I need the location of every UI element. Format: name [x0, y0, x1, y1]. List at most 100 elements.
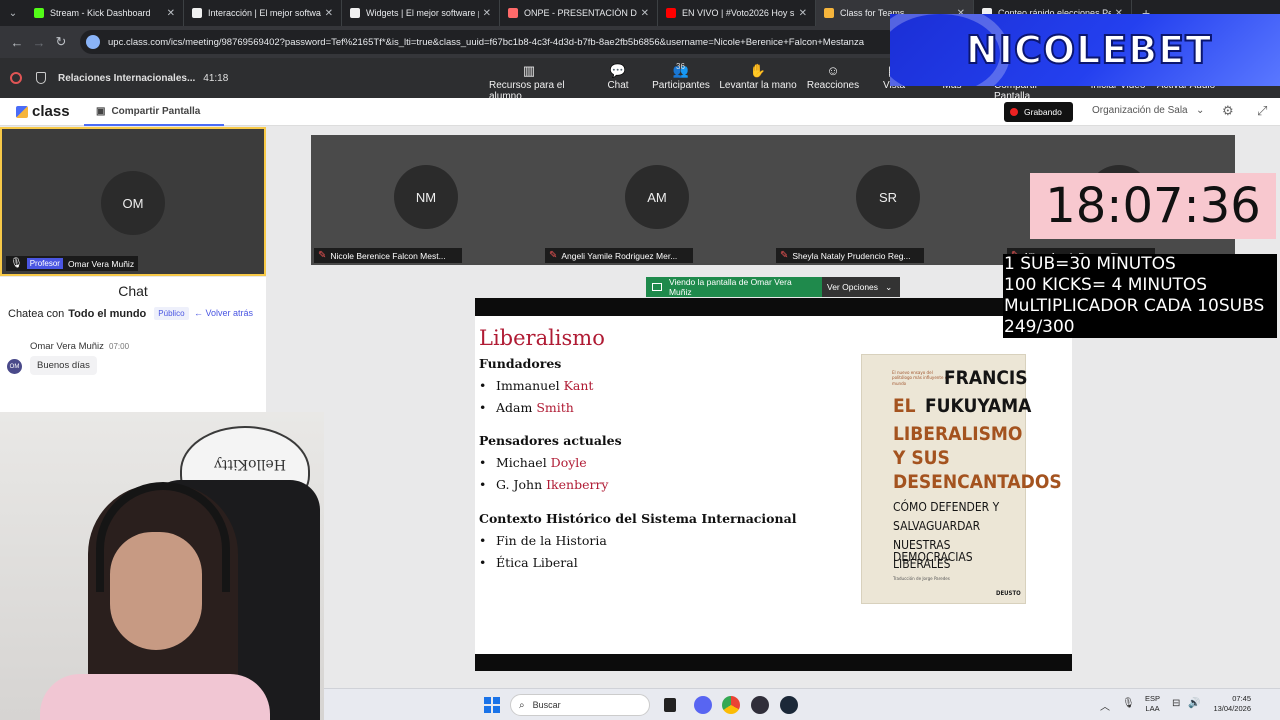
view-options-button[interactable]: Ver Opciones ⌄	[822, 277, 900, 297]
room-organization-dropdown[interactable]: Organización de Sala ⌄	[1092, 105, 1204, 116]
message-avatar: OM	[7, 359, 22, 374]
rule-line: MuLTIPLICADOR CADA 10SUBS	[1004, 296, 1265, 316]
tray-mic-icon[interactable]: 🎙	[1122, 698, 1135, 709]
participant-video-tile[interactable]: NM ✎ Nicole Berenice Falcon Mest...	[311, 135, 542, 265]
webcam-feed: HelloKitty	[0, 412, 324, 720]
class-logo-text: class	[32, 103, 70, 120]
chat-scope-selector[interactable]: Chatea con Todo el mundo Público	[8, 307, 189, 320]
participant-name: Sheyla Nataly Prudencio Reg...	[792, 250, 911, 261]
tab-title: EN VIVO | #Voto2026 Hoy s	[682, 8, 795, 18]
bullet-highlight: Kant	[563, 378, 594, 393]
share-screen-icon: ▣	[96, 105, 106, 117]
message-bubble: Buenos días	[30, 356, 97, 375]
browser-tab[interactable]: ONPE - PRESENTACIÓN DE RESULTADOS ✕	[500, 0, 658, 26]
back-link[interactable]: ← Volver atrás	[194, 308, 253, 318]
resources-icon: ▥	[522, 63, 536, 78]
tab-close-icon[interactable]: ✕	[325, 8, 333, 19]
bullet-highlight: Ikenberry	[546, 477, 609, 492]
obs-icon[interactable]	[751, 696, 769, 714]
share-tab-label: Compartir Pantalla	[111, 105, 201, 117]
teacher-video-tile[interactable]: OM 🎙 Profesor Omar Vera Muñiz	[0, 127, 266, 276]
tab-title: Stream - Kick Dashboard	[50, 8, 151, 18]
streamer-shirt	[40, 674, 270, 720]
avatar: NM	[394, 165, 458, 229]
discord-icon[interactable]	[694, 696, 712, 714]
site-info-icon[interactable]	[86, 35, 100, 49]
network-icon[interactable]: ⊟	[1172, 698, 1180, 709]
tab-close-icon[interactable]: ✕	[483, 8, 491, 19]
tab-close-icon[interactable]: ✕	[167, 8, 175, 19]
rule-line: 100 KICKS= 4 MINUTOS	[1004, 275, 1208, 295]
participant-video-tile[interactable]: AM ✎ Angeli Yamile Rodriguez Mer...	[542, 135, 773, 265]
microphone-muted-icon: ✎	[318, 250, 327, 261]
tab-favicon-icon	[666, 8, 676, 18]
book-publisher: DEUSTO	[996, 590, 1021, 597]
security-shield-icon[interactable]	[36, 72, 46, 84]
participant-name: Nicole Berenice Falcon Mest...	[330, 250, 446, 261]
meeting-title: Relaciones Internacionales...	[58, 72, 196, 84]
rule-line: 249/300	[1004, 317, 1075, 337]
avatar: SR	[856, 165, 920, 229]
subathon-rules: 1 SUB=30 MINUTOS 100 KICKS= 4 MINUTOS MuLT…	[1003, 254, 1277, 338]
participant-video-tile[interactable]: SR ✎ Sheyla Nataly Prudencio Reg...	[773, 135, 1004, 265]
windows-start-icon[interactable]	[484, 697, 500, 713]
volume-icon[interactable]: 🔊	[1188, 698, 1200, 709]
bullet-dot-icon: •	[479, 400, 487, 415]
slide-title: Liberalismo	[479, 326, 605, 350]
slide-bullet: • Ética Liberal	[479, 555, 578, 570]
bullet-dot-icon: •	[479, 533, 487, 548]
tab-search-icon[interactable]: ⌄	[0, 0, 26, 26]
meeting-control-hand[interactable]: ✋ Levantar la mano	[718, 62, 798, 91]
meeting-control-resources[interactable]: ▥ Recursos para el alumno	[489, 62, 569, 102]
bullet-text: Immanuel	[496, 378, 564, 393]
reload-icon[interactable]: ↻	[50, 31, 72, 53]
browser-tab[interactable]: Interacción | El mejor software para ✕	[184, 0, 342, 26]
popout-icon[interactable]: ⤢	[1257, 103, 1267, 119]
avatar: AM	[625, 165, 689, 229]
url-field[interactable]: upc.class.com/ics/meeting/98769569402?pa…	[80, 30, 900, 54]
slide-top-border	[475, 298, 1072, 316]
recording-badge[interactable]: Grabando	[1004, 102, 1073, 122]
meeting-control-participants[interactable]: 👥 Participantes 36	[641, 62, 721, 91]
leave-meeting-icon[interactable]	[10, 72, 22, 84]
chevron-down-icon: ⌄	[878, 281, 893, 292]
meeting-control-label: Chat	[607, 80, 629, 91]
browser-tab[interactable]: Widgets | El mejor software para ✕	[342, 0, 500, 26]
book-title-line: DESENCANTADOS	[893, 471, 1062, 493]
participant-name-tag: ✎ Angeli Yamile Rodriguez Mer...	[545, 248, 693, 263]
meeting-control-label: Levantar la mano	[719, 80, 797, 91]
tab-favicon-icon	[508, 8, 518, 18]
recording-dot-icon	[1010, 108, 1018, 116]
microphone-muted-icon: ✎	[780, 250, 789, 261]
taskbar-file-icon[interactable]	[664, 698, 676, 712]
language-indicator[interactable]: ESP LAA	[1145, 694, 1160, 714]
room-organization-label: Organización de Sala	[1092, 105, 1188, 116]
chrome-icon[interactable]	[722, 696, 740, 714]
keyboard-layout: LAA	[1145, 704, 1160, 713]
book-translator: Traducción de Jorge Paredes	[893, 577, 950, 582]
arrow-left-icon: ←	[194, 308, 206, 318]
tab-close-icon[interactable]: ✕	[799, 8, 807, 19]
settings-gear-icon[interactable]: ⚙	[1222, 103, 1234, 119]
tab-share-screen[interactable]: ▣ Compartir Pantalla	[84, 98, 224, 126]
screen-share-banner: Viendo la pantalla de Omar Vera Muñiz Ve…	[646, 277, 900, 297]
slide-section-heading: Fundadores	[479, 356, 562, 371]
back-arrow-icon[interactable]: ←	[6, 31, 28, 53]
rule-line: 1 SUB=30 MINUTOS	[1004, 254, 1176, 274]
recording-label: Grabando	[1024, 107, 1062, 117]
bullet-highlight: Smith	[536, 400, 574, 415]
tab-title: Interacción | El mejor software para	[208, 8, 321, 18]
tray-chevron-up-icon[interactable]: ︿	[1100, 698, 1110, 713]
book-title-line: LIBERALISMO	[893, 423, 1023, 445]
language-code: ESP	[1145, 694, 1161, 703]
browser-tab[interactable]: Stream - Kick Dashboard ✕	[26, 0, 184, 26]
browser-tab[interactable]: EN VIVO | #Voto2026 Hoy s ✕	[658, 0, 816, 26]
stream-timer: 18:07:36	[1030, 173, 1276, 239]
slide-section-heading: Pensadores actuales	[479, 433, 622, 448]
forward-arrow-icon[interactable]: →	[28, 31, 50, 53]
steam-icon[interactable]	[780, 696, 798, 714]
role-badge: Profesor	[26, 258, 63, 269]
tab-close-icon[interactable]: ✕	[641, 8, 649, 19]
taskbar-search[interactable]: ⌕ Buscar	[510, 694, 650, 716]
system-clock[interactable]: 07:45 13/04/2026	[1205, 694, 1251, 714]
